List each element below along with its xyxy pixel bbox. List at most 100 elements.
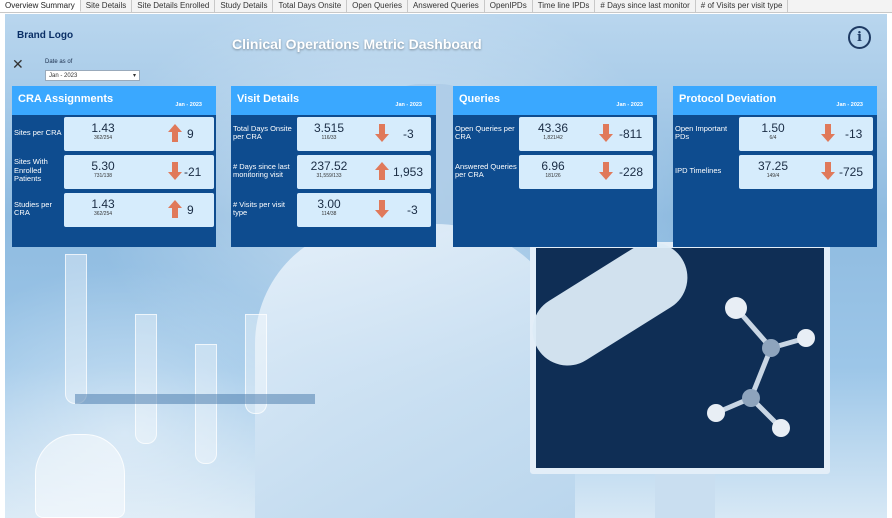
card-header: Protocol Deviation Jan - 2023 bbox=[673, 86, 877, 115]
tab-total-days-onsite[interactable]: Total Days Onsite bbox=[273, 0, 348, 12]
brand-logo: Brand Logo bbox=[17, 30, 74, 41]
metric-delta: 9 bbox=[187, 127, 194, 141]
metric-big-value: 5.30 bbox=[91, 159, 115, 173]
metric-value: 43.36 1,821/42 bbox=[521, 121, 585, 141]
metric-fraction: 31,559/133 bbox=[316, 173, 342, 179]
metric-fraction: 362/254 bbox=[93, 135, 113, 141]
card-title: Queries bbox=[459, 93, 500, 105]
metric-value: 3.515 116/33 bbox=[299, 121, 359, 141]
metric-delta: 1,953 bbox=[393, 165, 424, 179]
metric-label: Sites With Enrolled Patients bbox=[14, 157, 48, 184]
metric-label: Total Days Onsite per CRA bbox=[233, 123, 292, 141]
metric-box[interactable]: 5.30 731/138 -21 bbox=[64, 155, 214, 189]
metric-row: Total Days Onsite per CRA 3.515 116/33 -… bbox=[231, 115, 436, 151]
tab-study-details[interactable]: Study Details bbox=[215, 0, 274, 12]
card-date: Jan - 2023 bbox=[175, 102, 202, 108]
metric-row: Answered Queries per CRA 6.96 181/26 -22… bbox=[453, 153, 657, 189]
arrow-down-icon bbox=[375, 200, 389, 218]
close-icon[interactable]: ✕ bbox=[12, 57, 24, 71]
tab-overview-summary[interactable]: Overview Summary bbox=[0, 0, 81, 12]
report-canvas: Brand Logo Clinical Operations Metric Da… bbox=[5, 14, 887, 518]
metric-row: # Days since last monitoring visit 237.5… bbox=[231, 153, 436, 189]
card-date: Jan - 2023 bbox=[616, 102, 643, 108]
metric-row: Open Queries per CRA 43.36 1,821/42 -811 bbox=[453, 115, 657, 151]
card-visit-details: Visit Details Jan - 2023 Total Days Onsi… bbox=[231, 86, 436, 247]
metric-value: 237.52 31,559/133 bbox=[299, 159, 359, 179]
metric-fraction: 149/4 bbox=[766, 173, 780, 179]
tab-visits-per-visit-type[interactable]: # of Visits per visit type bbox=[696, 0, 789, 12]
page-tabs: Overview Summary Site Details Site Detai… bbox=[0, 0, 892, 13]
metric-fraction: 116/33 bbox=[321, 135, 337, 141]
arrow-down-icon bbox=[821, 162, 835, 180]
metric-label: IPD Timelines bbox=[675, 165, 722, 175]
arrow-up-icon bbox=[168, 200, 182, 218]
tab-site-details-enrolled[interactable]: Site Details Enrolled bbox=[132, 0, 216, 12]
card-header: CRA Assignments Jan - 2023 bbox=[12, 86, 216, 115]
metric-delta: -811 bbox=[619, 127, 643, 141]
metric-value: 6.96 181/26 bbox=[521, 159, 585, 179]
card-queries: Queries Jan - 2023 Open Queries per CRA … bbox=[453, 86, 657, 247]
metric-box[interactable]: 3.515 116/33 -3 bbox=[297, 117, 431, 151]
date-filter-value: Jan - 2023 bbox=[49, 72, 78, 79]
lab-coat-shape bbox=[255, 224, 575, 518]
metric-fraction: 6/4 bbox=[769, 135, 777, 141]
metric-big-value: 6.96 bbox=[541, 159, 565, 173]
page-title: Clinical Operations Metric Dashboard bbox=[232, 36, 482, 52]
metric-box[interactable]: 3.00 114/38 -3 bbox=[297, 193, 431, 227]
card-header: Queries Jan - 2023 bbox=[453, 86, 657, 115]
metric-delta: -21 bbox=[184, 165, 202, 179]
metric-delta: -3 bbox=[403, 127, 414, 141]
card-title: Visit Details bbox=[237, 93, 300, 105]
metric-row: Sites per CRA 1.43 362/254 9 bbox=[12, 115, 216, 151]
metric-box[interactable]: 6.96 181/26 -228 bbox=[519, 155, 653, 189]
tube-rack bbox=[75, 394, 315, 404]
metric-big-value: 237.52 bbox=[310, 159, 348, 173]
metric-fraction: 181/26 bbox=[545, 173, 561, 179]
test-tube bbox=[135, 314, 157, 444]
metric-fraction: 114/38 bbox=[321, 211, 337, 217]
tab-days-since-last-monitor[interactable]: # Days since last monitor bbox=[595, 0, 696, 12]
card-header: Visit Details Jan - 2023 bbox=[231, 86, 436, 115]
chevron-down-icon: ▾ bbox=[132, 73, 136, 79]
metric-label: Answered Queries per CRA bbox=[455, 161, 517, 179]
metric-big-value: 1.43 bbox=[91, 121, 115, 135]
metric-value: 1.50 6/4 bbox=[741, 121, 805, 141]
date-filter-select[interactable]: Jan - 2023 ▾ bbox=[45, 70, 140, 81]
test-tube bbox=[195, 344, 217, 464]
tab-timeline-ipds[interactable]: Time line IPDs bbox=[533, 0, 596, 12]
tab-site-details[interactable]: Site Details bbox=[81, 0, 133, 12]
metric-box[interactable]: 43.36 1,821/42 -811 bbox=[519, 117, 653, 151]
metric-row: # Visits per visit type 3.00 114/38 -3 bbox=[231, 191, 436, 227]
metric-box[interactable]: 1.43 362/254 9 bbox=[64, 193, 214, 227]
metric-box[interactable]: 1.43 362/254 9 bbox=[64, 117, 214, 151]
card-date: Jan - 2023 bbox=[395, 102, 422, 108]
metric-value: 5.30 731/138 bbox=[68, 159, 138, 179]
metric-row: Open Important PDs 1.50 6/4 -13 bbox=[673, 115, 877, 151]
metric-box[interactable]: 37.25 149/4 -725 bbox=[739, 155, 873, 189]
test-tube bbox=[65, 254, 87, 404]
info-icon[interactable]: i bbox=[848, 26, 871, 49]
arrow-down-icon bbox=[821, 124, 835, 142]
metric-value: 37.25 149/4 bbox=[741, 159, 805, 179]
metric-fraction: 1,821/42 bbox=[543, 135, 563, 141]
tab-answered-queries[interactable]: Answered Queries bbox=[408, 0, 485, 12]
tab-open-queries[interactable]: Open Queries bbox=[347, 0, 408, 12]
metric-big-value: 1.50 bbox=[761, 121, 785, 135]
arrow-down-icon bbox=[599, 124, 613, 142]
metric-value: 3.00 114/38 bbox=[299, 197, 359, 217]
metric-box[interactable]: 1.50 6/4 -13 bbox=[739, 117, 873, 151]
metric-row: Studies per CRA 1.43 362/254 9 bbox=[12, 191, 216, 227]
metric-box[interactable]: 237.52 31,559/133 1,953 bbox=[297, 155, 431, 189]
lab-flask bbox=[35, 434, 125, 518]
metric-value: 1.43 362/254 bbox=[68, 121, 138, 141]
metric-fraction: 731/138 bbox=[93, 173, 113, 179]
card-protocol-deviation: Protocol Deviation Jan - 2023 Open Impor… bbox=[673, 86, 877, 247]
metric-label: # Visits per visit type bbox=[233, 199, 285, 217]
tab-open-ipds[interactable]: OpenIPDs bbox=[485, 0, 533, 12]
arrow-up-icon bbox=[375, 162, 389, 180]
monitor-stand bbox=[655, 474, 715, 518]
metric-row: Sites With Enrolled Patients 5.30 731/13… bbox=[12, 153, 216, 189]
metric-delta: -3 bbox=[407, 203, 418, 217]
metric-label: # Days since last monitoring visit bbox=[233, 161, 290, 179]
arrow-down-icon bbox=[168, 162, 182, 180]
